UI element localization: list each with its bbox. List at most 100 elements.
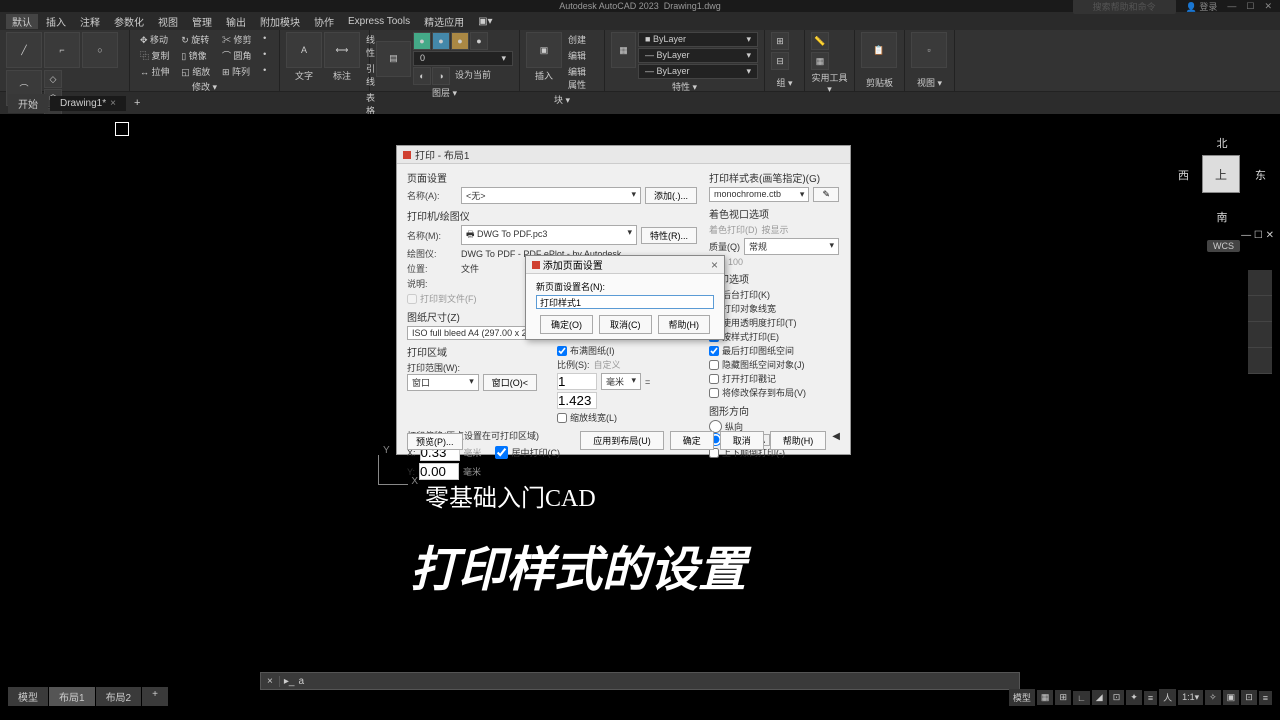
draw-tool[interactable]: ◇ bbox=[44, 70, 62, 88]
win-max[interactable]: ☐ bbox=[1246, 1, 1254, 12]
opt-check[interactable] bbox=[709, 360, 719, 370]
trim-tool[interactable]: ✂ 修剪 bbox=[218, 32, 258, 47]
menu-annotate[interactable]: 注释 bbox=[74, 14, 106, 29]
unit-combo[interactable]: 毫米▾ bbox=[601, 373, 641, 390]
viewport-controls[interactable]: — ☐ ✕ bbox=[1241, 230, 1274, 241]
search-input[interactable]: 搜索帮助和命令 bbox=[1073, 0, 1176, 14]
status-tool[interactable]: ⊡ bbox=[1241, 690, 1257, 705]
tool[interactable]: • bbox=[259, 48, 273, 63]
quality-combo[interactable]: 常规▾ bbox=[744, 238, 839, 255]
circle-tool[interactable]: ○ bbox=[82, 32, 118, 68]
color-combo[interactable]: ■ ByLayer▾ bbox=[638, 32, 758, 47]
move-tool[interactable]: ✥ 移动 bbox=[136, 32, 176, 47]
add-tab[interactable]: + bbox=[128, 95, 146, 111]
expand-icon[interactable]: ◀ bbox=[832, 431, 840, 450]
layer-tool[interactable]: ● bbox=[413, 32, 431, 50]
group-tool[interactable]: ⊞ bbox=[771, 32, 789, 50]
status-model[interactable]: 模型 bbox=[1009, 689, 1035, 706]
wcs-label[interactable]: WCS bbox=[1207, 240, 1240, 252]
window-button[interactable]: 窗口(O)< bbox=[483, 374, 537, 391]
tool[interactable]: • bbox=[259, 64, 273, 79]
menu-more[interactable]: ▣▾ bbox=[472, 16, 498, 27]
style-combo[interactable]: monochrome.ctb▾ bbox=[709, 187, 809, 202]
unit-input[interactable] bbox=[557, 373, 597, 390]
match-props[interactable]: ▦ bbox=[611, 32, 636, 68]
lineweight-check[interactable] bbox=[557, 413, 567, 423]
tool[interactable]: • bbox=[259, 32, 273, 47]
menu-default[interactable]: 默认 bbox=[6, 14, 38, 29]
cancel-button[interactable]: 取消 bbox=[720, 431, 764, 450]
line-tool[interactable]: ╱ bbox=[6, 32, 42, 68]
apply-button[interactable]: 应用到布局(U) bbox=[580, 431, 664, 450]
modal-cancel-button[interactable]: 取消(C) bbox=[599, 315, 652, 334]
tab-layout1[interactable]: 布局1 bbox=[49, 687, 95, 706]
command-line[interactable]: × ▸_ bbox=[260, 672, 1020, 690]
layer-tool[interactable]: ● bbox=[451, 32, 469, 50]
style-edit[interactable]: ✎ bbox=[813, 187, 839, 202]
scale-input[interactable] bbox=[557, 392, 597, 409]
modal-ok-button[interactable]: 确定(O) bbox=[540, 315, 593, 334]
properties-button[interactable]: 特性(R)... bbox=[641, 227, 697, 244]
scale-tool[interactable]: ◱ 缩放 bbox=[177, 64, 217, 79]
add-layout[interactable]: + bbox=[142, 687, 168, 706]
close-icon[interactable]: × bbox=[110, 98, 116, 109]
add-button[interactable]: 添加(.)... bbox=[645, 187, 697, 204]
status-tool[interactable]: ⊡ bbox=[1109, 690, 1125, 705]
tab-start[interactable]: 开始 bbox=[8, 94, 48, 113]
layer-tool[interactable]: ● bbox=[432, 32, 450, 50]
win-close[interactable]: ✕ bbox=[1264, 1, 1272, 12]
preview-button[interactable]: 预览(P)... bbox=[407, 433, 463, 450]
layer-props[interactable]: ▤ bbox=[376, 41, 411, 77]
edit-block[interactable]: 编辑 bbox=[564, 48, 598, 63]
menu-insert[interactable]: 插入 bbox=[40, 14, 72, 29]
selection-handle[interactable] bbox=[115, 122, 129, 136]
nav-orbit[interactable] bbox=[1248, 348, 1272, 374]
help-button[interactable]: 帮助(H) bbox=[770, 431, 827, 450]
cmd-close-icon[interactable]: × bbox=[261, 676, 280, 687]
layer-tool[interactable]: ◐ bbox=[413, 67, 431, 85]
layer-tool[interactable]: ● bbox=[470, 32, 488, 50]
status-tool[interactable]: ∟ bbox=[1073, 691, 1090, 705]
menu-output[interactable]: 输出 bbox=[220, 14, 252, 29]
util-tool[interactable]: ▦ bbox=[811, 52, 829, 70]
create-block[interactable]: 创建 bbox=[564, 32, 598, 47]
nav-bar[interactable] bbox=[1248, 270, 1272, 374]
fit-check[interactable] bbox=[557, 346, 567, 356]
status-tool[interactable]: ✧ bbox=[1205, 690, 1221, 705]
menu-parametric[interactable]: 参数化 bbox=[108, 14, 150, 29]
lweight-combo[interactable]: — ByLayer▾ bbox=[638, 48, 758, 63]
tab-drawing1[interactable]: Drawing1*× bbox=[50, 96, 126, 111]
status-tool[interactable]: ✦ bbox=[1126, 690, 1142, 705]
status-snap[interactable]: ⊞ bbox=[1055, 690, 1071, 705]
status-tool[interactable]: 人 bbox=[1159, 689, 1176, 706]
nav-wheel[interactable] bbox=[1248, 270, 1272, 296]
opt-check[interactable] bbox=[709, 346, 719, 356]
menu-collab[interactable]: 协作 bbox=[308, 14, 340, 29]
group-tool[interactable]: ⊟ bbox=[771, 52, 789, 70]
status-menu[interactable]: ≡ bbox=[1259, 691, 1272, 705]
array-tool[interactable]: ⊞ 阵列 bbox=[218, 64, 258, 79]
layer-tool[interactable]: ◑ bbox=[432, 67, 450, 85]
stretch-tool[interactable]: ↔ 拉伸 bbox=[136, 64, 176, 79]
status-tool[interactable]: ▣ bbox=[1223, 690, 1240, 705]
win-min[interactable]: — bbox=[1227, 1, 1236, 11]
status-grid[interactable]: ▦ bbox=[1037, 690, 1054, 705]
edit-attr[interactable]: 编辑属性 bbox=[564, 64, 598, 92]
menu-manage[interactable]: 管理 bbox=[186, 14, 218, 29]
copy-tool[interactable]: ⿻ 复制 bbox=[136, 48, 176, 63]
opt-check[interactable] bbox=[709, 388, 719, 398]
util-tool[interactable]: 📏 bbox=[811, 32, 829, 50]
modal-help-button[interactable]: 帮助(H) bbox=[658, 315, 711, 334]
layer-combo[interactable]: 0▾ bbox=[413, 51, 513, 66]
login-link[interactable]: 👤 登录 bbox=[1186, 0, 1218, 13]
viewcube[interactable]: 北 西 上 东 南 bbox=[1182, 135, 1262, 215]
viewcube-top[interactable]: 上 bbox=[1202, 155, 1240, 193]
dim-tool[interactable]: ⟷ bbox=[324, 32, 360, 68]
ok-button[interactable]: 确定 bbox=[670, 431, 714, 450]
menu-featured[interactable]: 精选应用 bbox=[418, 14, 470, 29]
menu-view[interactable]: 视图 bbox=[152, 14, 184, 29]
status-tool[interactable]: ◢ bbox=[1092, 690, 1107, 705]
fillet-tool[interactable]: ⌒ 圆角 bbox=[218, 48, 258, 63]
rotate-tool[interactable]: ↻ 旋转 bbox=[177, 32, 217, 47]
nav-zoom[interactable] bbox=[1248, 322, 1272, 348]
